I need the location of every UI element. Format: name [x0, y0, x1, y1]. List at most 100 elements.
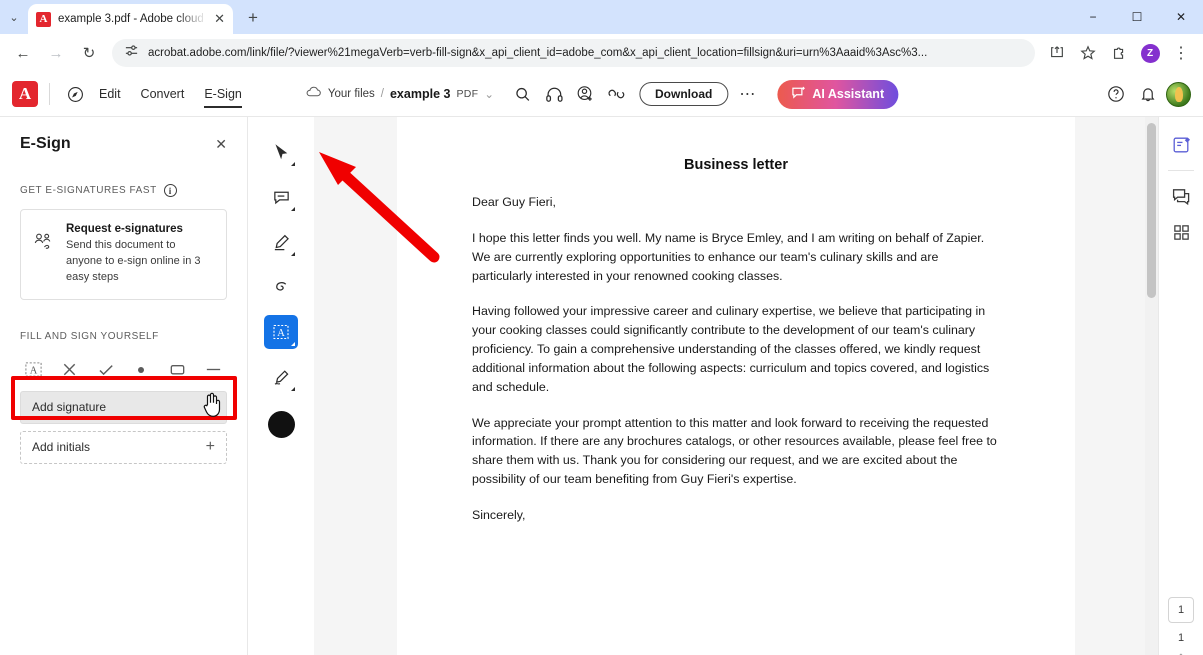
notification-bell-icon[interactable] — [1134, 80, 1162, 108]
tab-close-icon[interactable]: ✕ — [214, 11, 225, 27]
add-person-icon[interactable] — [571, 80, 599, 108]
breadcrumb-file-name: example 3 — [389, 87, 451, 101]
address-bar[interactable]: acrobat.adobe.com/link/file/?viewer%21me… — [112, 39, 1035, 67]
edit-document-icon[interactable] — [1166, 130, 1196, 160]
app-header: A Edit Convert E-Sign Your files / examp… — [0, 72, 1203, 117]
erase-loop-tool[interactable] — [264, 270, 298, 304]
color-swatch-black[interactable] — [267, 411, 295, 438]
comment-tool[interactable] — [264, 180, 298, 214]
signature-tool[interactable] — [264, 360, 298, 394]
extensions-icon[interactable] — [1105, 39, 1133, 67]
more-options-button[interactable]: ⋯ — [731, 84, 764, 104]
window-minimize-button[interactable]: − — [1071, 0, 1115, 34]
search-icon[interactable] — [509, 80, 537, 108]
esign-panel: E-Sign ✕ GET E-SIGNATURES FAST i Request… — [0, 117, 248, 655]
get-signatures-section-label: GET E-SIGNATURES FAST i — [20, 184, 227, 197]
panel-close-icon[interactable]: ✕ — [215, 136, 227, 153]
header-right-group — [1102, 80, 1191, 108]
tab-title: example 3.pdf - Adobe cloud st — [58, 13, 208, 25]
profile-initial: Z — [1140, 43, 1160, 63]
svg-text:A: A — [277, 328, 285, 339]
request-card-title: Request e-signatures — [66, 223, 183, 235]
right-tool-rail: 1 1 ⌃ — [1158, 117, 1203, 655]
header-divider — [49, 83, 50, 105]
highlight-pen-tool[interactable] — [264, 225, 298, 259]
window-maximize-button[interactable]: ☐ — [1115, 0, 1159, 34]
site-settings-icon[interactable] — [124, 43, 139, 63]
scrollbar-thumb[interactable] — [1147, 123, 1156, 298]
total-pages-label: 1 — [1177, 632, 1185, 644]
document-viewer: Business letter Dear Guy Fieri, I hope t… — [314, 117, 1158, 655]
panel-title: E-Sign — [20, 135, 71, 152]
viewer-scrollbar[interactable] — [1145, 117, 1158, 655]
add-text-icon[interactable]: A — [20, 356, 48, 384]
tool-caret-icon — [291, 162, 295, 166]
breadcrumb: Your files / example 3 PDF ⌄ — [305, 85, 494, 103]
tab-list-chevron-icon[interactable]: ⌄ — [0, 0, 28, 34]
breadcrumb-separator: / — [380, 88, 384, 100]
browser-menu-button[interactable]: ⋮ — [1167, 39, 1195, 67]
breadcrumb-chevron-down-icon[interactable]: ⌄ — [484, 87, 494, 101]
comments-icon[interactable] — [1166, 181, 1196, 211]
rectangle-icon[interactable] — [163, 356, 191, 384]
line-icon[interactable] — [199, 356, 227, 384]
page-indicator: 1 1 ⌃ — [1168, 597, 1194, 655]
select-cursor-tool[interactable] — [264, 135, 298, 169]
document-paragraph-1: I hope this letter finds you well. My na… — [472, 230, 985, 283]
app-body: E-Sign ✕ GET E-SIGNATURES FAST i Request… — [0, 117, 1203, 655]
svg-text:A: A — [30, 366, 38, 377]
add-initials-row[interactable]: Add initials + — [20, 430, 227, 464]
tool-caret-icon — [291, 207, 295, 211]
add-signature-plus-icon: + — [205, 398, 215, 416]
browser-tab[interactable]: A example 3.pdf - Adobe cloud st ✕ — [28, 4, 233, 34]
add-signature-label: Add signature — [32, 400, 107, 415]
ai-assistant-button[interactable]: AI Assistant — [777, 79, 899, 109]
menu-convert[interactable]: Convert — [131, 82, 195, 106]
ai-assistant-label: AI Assistant — [812, 87, 885, 101]
new-tab-button[interactable]: + — [239, 4, 267, 32]
cross-mark-icon[interactable] — [56, 356, 84, 384]
home-circle-icon[interactable] — [61, 80, 89, 108]
link-icon[interactable] — [602, 80, 630, 108]
info-icon[interactable]: i — [163, 184, 177, 197]
request-card-text: Request e-signatures Send this document … — [66, 223, 214, 286]
window-close-button[interactable]: ✕ — [1159, 0, 1203, 34]
adobe-acrobat-logo-icon[interactable]: A — [12, 81, 38, 107]
document-title: Business letter — [684, 157, 788, 173]
download-button[interactable]: Download — [639, 82, 729, 106]
request-signature-icon — [33, 232, 55, 257]
tool-caret-icon — [291, 252, 295, 256]
section-label-text: GET E-SIGNATURES FAST — [20, 185, 157, 196]
back-button[interactable]: ← — [8, 38, 38, 68]
browser-tabstrip: ⌄ A example 3.pdf - Adobe cloud st ✕ + −… — [0, 0, 1203, 34]
profile-avatar[interactable]: Z — [1136, 39, 1164, 67]
rail-divider — [1168, 170, 1194, 171]
breadcrumb-your-files[interactable]: Your files — [328, 88, 375, 100]
breadcrumb-file-ext: PDF — [456, 88, 479, 100]
check-mark-icon[interactable] — [92, 356, 120, 384]
document-closing: Sincerely, — [472, 507, 526, 522]
annotation-tool-rail: A — [248, 117, 314, 655]
add-initials-plus-icon: + — [205, 438, 215, 456]
cloud-icon — [305, 85, 322, 103]
share-icon[interactable] — [1043, 39, 1071, 67]
fill-label-text: FILL AND SIGN YOURSELF — [20, 330, 159, 342]
bookmark-star-icon[interactable] — [1074, 39, 1102, 67]
add-signature-row[interactable]: Add signature + — [20, 390, 227, 424]
document-paragraph-2: Having followed your impressive career a… — [472, 304, 990, 394]
listen-icon[interactable] — [540, 80, 568, 108]
forward-button[interactable]: → — [41, 38, 71, 68]
menu-esign[interactable]: E-Sign — [194, 82, 252, 108]
help-circle-icon[interactable] — [1102, 80, 1130, 108]
user-avatar[interactable] — [1166, 81, 1191, 107]
current-page-box[interactable]: 1 — [1168, 597, 1194, 623]
tool-caret-icon — [291, 342, 295, 346]
document-paragraph-3: We appreciate your prompt attention to t… — [472, 415, 997, 487]
menu-edit[interactable]: Edit — [89, 82, 131, 106]
request-esignatures-card[interactable]: Request e-signatures Send this document … — [20, 209, 227, 300]
browser-toolbar: ← → ↻ acrobat.adobe.com/link/file/?viewe… — [0, 34, 1203, 72]
page-thumbnails-icon[interactable] — [1166, 217, 1196, 247]
dot-icon[interactable] — [127, 356, 155, 384]
add-text-box-tool[interactable]: A — [264, 315, 298, 349]
reload-button[interactable]: ↻ — [74, 38, 104, 68]
